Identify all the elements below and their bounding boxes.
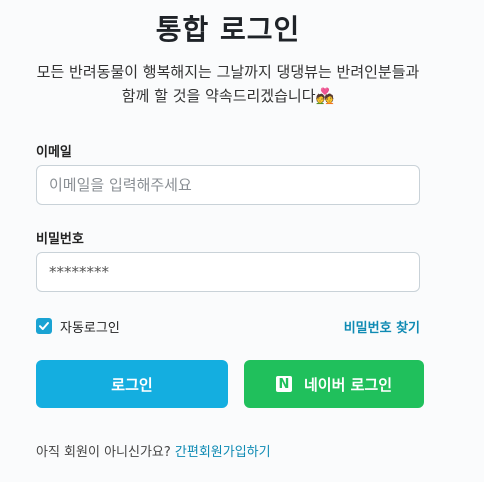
subtitle-line-2: 함께 할 것을 약속드리겠습니다 <box>121 87 316 105</box>
page-title: 통합 로그인 <box>155 13 301 46</box>
signup-row: 아직 회원이 아니신가요? 간편회원가입하기 <box>36 441 271 460</box>
signup-link[interactable]: 간편회원가입하기 <box>175 445 271 460</box>
signup-prompt: 아직 회원이 아니신가요? <box>36 445 171 460</box>
check-icon <box>39 322 49 330</box>
auto-login-checkbox[interactable] <box>36 318 52 334</box>
email-field[interactable] <box>36 165 420 205</box>
auto-login-label: 자동로그인 <box>60 320 120 336</box>
couple-emoji-icon: 💑 <box>315 87 335 105</box>
login-button-label: 로그인 <box>111 375 153 394</box>
find-password-link[interactable]: 비밀번호 찾기 <box>344 317 420 336</box>
login-button[interactable]: 로그인 <box>36 360 228 408</box>
subtitle-line-1: 모든 반려동물이 행복해지는 그날까지 댕댕뷰는 반려인분들과 <box>36 63 420 81</box>
naver-login-label: 네이버 로그인 <box>303 375 393 394</box>
password-label: 비밀번호 <box>36 232 84 247</box>
naver-n-icon: N <box>275 376 292 392</box>
auto-login-row[interactable]: 자동로그인 <box>36 317 120 336</box>
page-subtitle: 모든 반려동물이 행복해지는 그날까지 댕댕뷰는 반려인분들과 함께 할 것을 … <box>30 60 426 108</box>
naver-login-button[interactable]: N 네이버 로그인 <box>244 360 424 408</box>
password-field[interactable] <box>36 252 420 292</box>
email-label: 이메일 <box>36 145 72 160</box>
